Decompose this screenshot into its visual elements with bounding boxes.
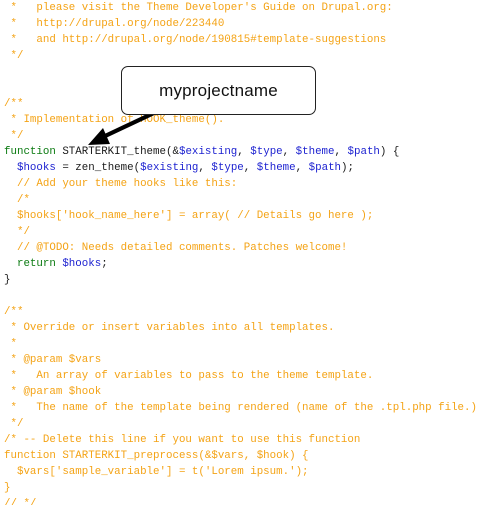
code-line: */ [4, 416, 23, 432]
code-token: */ [4, 418, 24, 430]
code-token: , [282, 146, 296, 158]
code-line: * and http://drupal.org/node/190815#temp… [4, 32, 386, 48]
code-token: , [237, 146, 251, 158]
code-token: $type [211, 162, 244, 174]
code-line: * please visit the Theme Developer's Gui… [4, 0, 393, 16]
code-token: /** [4, 306, 24, 318]
code-token: $hooks [16, 162, 56, 174]
code-line: * [4, 336, 17, 352]
code-token: } [4, 482, 11, 494]
code-token: // */ [4, 498, 37, 505]
code-token: /* [4, 194, 30, 206]
code-line: $hooks['hook_name_here'] = array( // Det… [4, 208, 373, 224]
code-line: function STARTERKIT_theme(&$existing, $t… [4, 144, 399, 160]
code-token: ); [341, 162, 354, 174]
code-line: $hooks = zen_theme($existing, $type, $th… [4, 160, 354, 176]
code-token: $type [250, 146, 283, 158]
code-token: * Implementation of HOOK_theme(). [4, 114, 225, 126]
code-token: // @TODO: Needs detailed comments. Patch… [4, 242, 348, 254]
code-token: * @param $hook [4, 386, 102, 398]
code-line: * Override or insert variables into all … [4, 320, 334, 336]
code-line: return $hooks; [4, 256, 108, 272]
code-token: * An array of variables to pass to the t… [4, 370, 374, 382]
code-token: $existing [178, 146, 238, 158]
code-token: * and http://drupal.org/node/190815#temp… [4, 34, 387, 46]
code-line: // Add your theme hooks like this: [4, 176, 237, 192]
code-token: function [4, 146, 63, 158]
code-token: $path [347, 146, 380, 158]
callout-box: myprojectname [121, 66, 316, 115]
code-line: * An array of variables to pass to the t… [4, 368, 373, 384]
code-line: */ [4, 224, 30, 240]
code-token: */ [4, 50, 24, 62]
code-line: /* -- Delete this line if you want to us… [4, 432, 360, 448]
code-token: * please visit the Theme Developer's Gui… [4, 2, 393, 14]
code-token: = zen_theme( [55, 162, 141, 174]
code-token: , [198, 162, 212, 174]
code-token: /* -- Delete this line if you want to us… [4, 434, 361, 446]
code-line: * @param $vars [4, 352, 101, 368]
code-token: ) { [379, 146, 400, 158]
code-token: STARTERKIT_theme(& [62, 146, 179, 158]
code-token: $hooks [62, 258, 102, 270]
code-token: , [243, 162, 257, 174]
code-token: $theme [256, 162, 296, 174]
code-token: $existing [140, 162, 199, 174]
code-line: // */ [4, 496, 36, 505]
code-line: /* [4, 192, 30, 208]
code-token: $theme [295, 146, 335, 158]
code-token: $path [308, 162, 342, 174]
code-line: * @param $hook [4, 384, 101, 400]
code-token: $vars['sample_variable'] = t('Lorem ipsu… [4, 466, 309, 478]
callout-label: myprojectname [159, 80, 278, 100]
code-line: */ [4, 48, 23, 64]
code-token: , [295, 162, 309, 174]
code-token: * @param $vars [4, 354, 102, 366]
code-line: */ [4, 128, 23, 144]
code-token: } [4, 274, 11, 286]
code-line: } [4, 272, 10, 288]
code-token: $hooks['hook_name_here'] = array( // Det… [4, 210, 374, 222]
code-token: // Add your theme hooks like this: [4, 178, 238, 190]
code-token: /** [4, 98, 24, 110]
code-token: * [4, 338, 17, 350]
code-line: function STARTERKIT_preprocess(&$vars, $… [4, 448, 309, 464]
code-line: * http://drupal.org/node/223440 [4, 16, 224, 32]
code-line: * The name of the template being rendere… [4, 400, 477, 416]
code-token: */ [4, 130, 24, 142]
code-line: $vars['sample_variable'] = t('Lorem ipsu… [4, 464, 309, 480]
code-token: return [16, 258, 63, 270]
code-line: /** [4, 96, 23, 112]
code-line: /** [4, 304, 23, 320]
code-token: * The name of the template being rendere… [4, 402, 477, 414]
code-token: */ [4, 226, 30, 238]
code-token: * Override or insert variables into all … [4, 322, 335, 334]
code-token: * http://drupal.org/node/223440 [4, 18, 225, 30]
code-token: ; [101, 258, 108, 270]
code-token: , [334, 146, 348, 158]
code-line: } [4, 480, 10, 496]
code-token: function STARTERKIT_preprocess(&$vars, $… [4, 450, 309, 462]
code-line: // @TODO: Needs detailed comments. Patch… [4, 240, 347, 256]
